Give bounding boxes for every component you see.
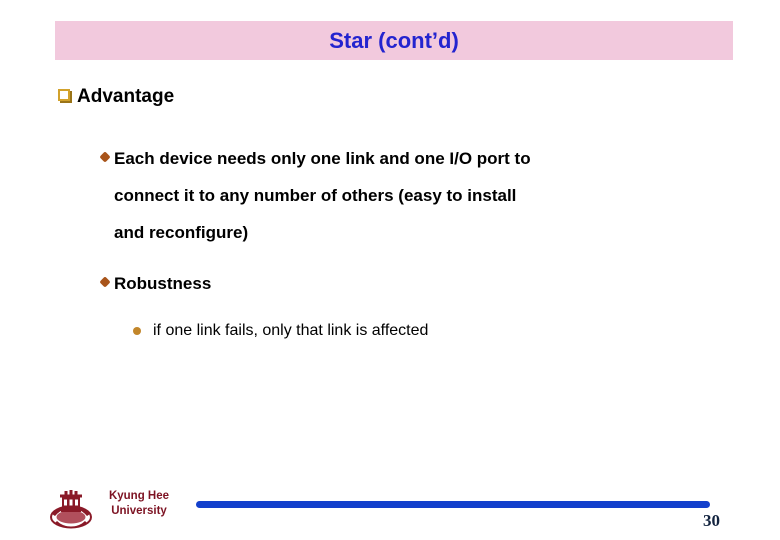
text-line: Each device needs only one link and one … (114, 149, 531, 168)
kyung-hee-crest-icon (49, 490, 93, 530)
footer-university-name: Kyung Hee University (96, 489, 182, 519)
page-number: 30 (703, 511, 720, 530)
hollow-square-bullet-icon (58, 89, 72, 103)
bullet-item-each-device: Each device needs only one link and one … (100, 140, 716, 251)
footer-university-line1: Kyung Hee (108, 490, 170, 502)
bullet-item-advantage: Advantage (58, 84, 174, 110)
bullet-item-link-fails-label: if one link fails, only that link is aff… (153, 322, 429, 339)
text-line: connect it to any number of others (easy… (114, 186, 517, 205)
diamond-bullet-icon (100, 278, 111, 289)
bullet-item-link-fails: if one link fails, only that link is aff… (133, 316, 428, 346)
text-line: and reconfigure) (114, 223, 249, 242)
bullet-item-advantage-label: Advantage (77, 86, 175, 107)
bullet-item-robustness: Robustness (100, 265, 211, 302)
slide-content: Advantage Each device needs only one lin… (0, 0, 780, 540)
footer-university-line2: University (111, 505, 167, 517)
footer-divider-bar (196, 501, 710, 508)
bullet-item-robustness-label: Robustness (114, 274, 212, 293)
round-bullet-icon (133, 327, 141, 335)
bullet-item-each-device-label: Each device needs only one link and one … (114, 140, 531, 251)
diamond-bullet-icon (100, 153, 111, 164)
